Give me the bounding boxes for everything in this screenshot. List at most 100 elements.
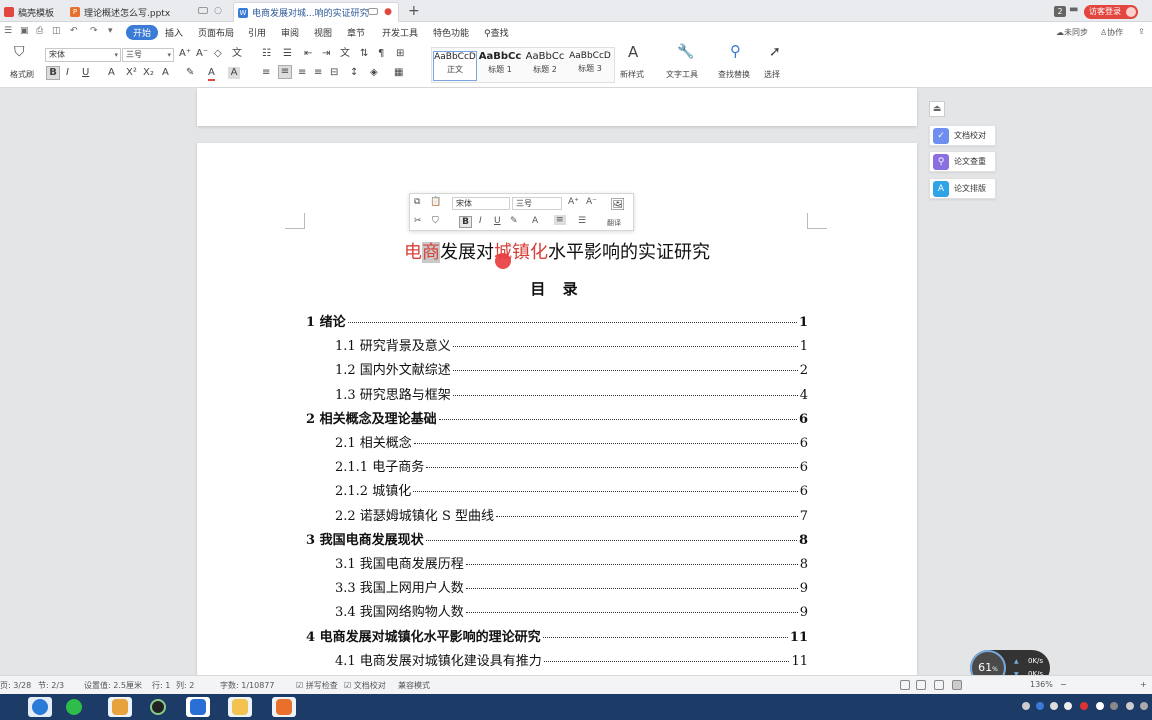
highlight-icon[interactable]: ✎	[186, 67, 194, 79]
align-center-icon[interactable]: ≡	[554, 215, 566, 225]
style-heading-2[interactable]: AaBbCc 标题 2	[523, 51, 567, 81]
toc-section-entry[interactable]: 1.3 研究思路与框架 4	[335, 384, 808, 403]
toc-section-entry[interactable]: 2.1 相关概念 6	[335, 432, 808, 451]
toc-section-entry[interactable]: 3.3 我国上网用户人数 9	[335, 577, 808, 596]
select-label[interactable]: 选择	[764, 69, 780, 80]
numbered-list-icon[interactable]: ☰	[283, 48, 292, 60]
preview-icon[interactable]: ◫	[52, 26, 61, 36]
phonetic-icon[interactable]: 文	[232, 48, 242, 60]
highlight-icon[interactable]: ✎	[510, 216, 518, 226]
toc-chapter-entry[interactable]: 1 绪论 1	[306, 311, 808, 330]
window-count-badge[interactable]: 2	[1054, 6, 1066, 17]
customize-icon[interactable]: ▾	[108, 26, 113, 36]
undo-icon[interactable]: ↶	[70, 26, 78, 36]
toc-section-entry[interactable]: 2.1.1 电子商务 6	[335, 456, 808, 475]
menu-icon[interactable]: ☰	[4, 26, 12, 36]
toc-section-entry[interactable]: 1.1 研究背景及意义 1	[335, 335, 808, 354]
bold-icon[interactable]: B	[46, 66, 60, 80]
increase-indent-icon[interactable]: ⇥	[322, 48, 330, 60]
decrease-indent-icon[interactable]: ⇤	[304, 48, 312, 60]
subscript-icon[interactable]: X₂	[143, 67, 154, 79]
guest-login-button[interactable]: 访客登录	[1084, 5, 1138, 19]
grow-font-icon[interactable]: A⁺	[568, 197, 579, 207]
font-name-select[interactable]: 宋体 ▾	[45, 48, 121, 62]
tray-icon[interactable]	[1064, 702, 1072, 710]
grow-font-icon[interactable]: A⁺	[179, 48, 191, 60]
read-mode-icon[interactable]	[934, 680, 944, 690]
toc-chapter-entry[interactable]: 2 相关概念及理论基础 6	[306, 408, 808, 427]
toc-chapter-entry[interactable]: 4 电商发展对城镇化水平影响的理论研究 11	[306, 626, 808, 645]
cursor-arrow-icon[interactable]: ➚	[769, 45, 781, 59]
menu-chapter[interactable]: 章节	[347, 26, 365, 39]
translate-label[interactable]: 翻译	[607, 218, 621, 228]
new-style-label[interactable]: 新样式	[620, 69, 644, 80]
tray-icon[interactable]	[1022, 702, 1030, 710]
copy-icon[interactable]: ⧉	[414, 197, 420, 207]
tray-icon[interactable]	[1110, 702, 1118, 710]
translate-icon[interactable]: 🖼	[610, 197, 625, 211]
find-replace-icon[interactable]: ⚲	[730, 44, 741, 59]
zoom-in-icon[interactable]: +	[1140, 680, 1147, 689]
menu-features[interactable]: 特色功能	[433, 26, 469, 39]
font-color-icon[interactable]: A	[532, 216, 538, 226]
collaborate-button[interactable]: ♙协作	[1100, 27, 1123, 38]
bold-icon[interactable]: B	[459, 216, 472, 228]
line-spacing-icon[interactable]: ↕	[350, 67, 358, 79]
tray-icon[interactable]	[1096, 702, 1104, 710]
text-tools-label[interactable]: 文字工具	[666, 69, 698, 80]
toc-section-entry[interactable]: 2.2 诺瑟姆城镇化 S 型曲线 7	[335, 505, 808, 524]
justify-icon[interactable]: ≡	[314, 67, 322, 79]
shrink-font-icon[interactable]: A⁻	[196, 48, 208, 60]
plagiarism-check-button[interactable]: ⚲ 论文查重	[929, 151, 996, 172]
show-marks-icon[interactable]: ¶	[378, 48, 384, 60]
toc-section-entry[interactable]: 1.2 国内外文献综述 2	[335, 359, 808, 378]
format-painter-icon[interactable]: ⛉	[14, 45, 25, 59]
page-view-icon[interactable]	[952, 680, 962, 690]
menu-review[interactable]: 审阅	[281, 26, 299, 39]
page-indicator[interactable]: 页: 3/28	[0, 680, 31, 691]
redo-icon[interactable]: ↷	[90, 26, 98, 36]
save-icon[interactable]: ▣	[20, 26, 29, 36]
style-heading-1[interactable]: AaBbCc 标题 1	[478, 51, 522, 81]
sort-icon[interactable]: ⇅	[360, 48, 368, 60]
file-explorer-icon[interactable]	[228, 697, 252, 717]
monitor-icon[interactable]	[198, 7, 208, 14]
proofread-status-button[interactable]: ☑ 文档校对	[344, 680, 386, 691]
line-spacing-icon[interactable]: ☰	[578, 216, 586, 226]
tab-pptx[interactable]: P 理论概述怎么写.pptx ○	[66, 2, 228, 22]
wechat-icon[interactable]	[62, 697, 86, 717]
tray-icon[interactable]	[1050, 702, 1058, 710]
new-style-icon[interactable]: A	[628, 45, 638, 60]
menu-search[interactable]: ⚲查找	[484, 26, 509, 39]
collapse-panel-icon[interactable]: ⏏	[929, 101, 945, 117]
paste-icon[interactable]: 📋	[430, 197, 441, 207]
menu-layout[interactable]: 页面布局	[198, 26, 234, 39]
close-icon[interactable]: ●	[384, 7, 392, 17]
tray-icon[interactable]	[1080, 702, 1088, 710]
align-left-icon[interactable]: ≡	[262, 67, 270, 79]
document-title[interactable]: 电商发展对城镇化水平影响的实证研究	[197, 238, 917, 264]
cut-icon[interactable]: ✂	[414, 216, 422, 226]
thesis-layout-button[interactable]: A 论文排版	[929, 178, 996, 199]
menu-view[interactable]: 视图	[314, 26, 332, 39]
align-right-icon[interactable]: ≡	[298, 67, 306, 79]
tab-template[interactable]: 稿壳模板	[0, 2, 62, 22]
focus-mode-icon[interactable]	[900, 680, 910, 690]
tray-icon[interactable]	[1036, 702, 1044, 710]
shrink-font-icon[interactable]: A⁻	[586, 197, 597, 207]
italic-icon[interactable]: I	[66, 67, 69, 79]
monitor-icon[interactable]	[368, 8, 378, 15]
borders-icon[interactable]: ▦	[394, 67, 403, 79]
close-icon[interactable]: ○	[214, 6, 222, 16]
mini-font-size-select[interactable]: 三号	[512, 197, 562, 210]
toc-chapter-entry[interactable]: 3 我国电商发展现状 8	[306, 529, 808, 548]
style-heading-3[interactable]: AaBbCcD 标题 3	[568, 51, 612, 81]
font-size-select[interactable]: 三号 ▾	[122, 48, 174, 62]
format-painter-icon[interactable]: ⛉	[432, 216, 439, 226]
spell-check-button[interactable]: ☑ 拼写检查	[296, 680, 338, 691]
mini-font-name-select[interactable]: 宋体	[452, 197, 510, 210]
font-color-icon[interactable]: A	[208, 67, 215, 81]
align-center-icon[interactable]: ≡	[278, 65, 292, 79]
toc-section-entry[interactable]: 3.1 我国电商发展历程 8	[335, 553, 808, 572]
underline-icon[interactable]: U	[494, 216, 501, 226]
